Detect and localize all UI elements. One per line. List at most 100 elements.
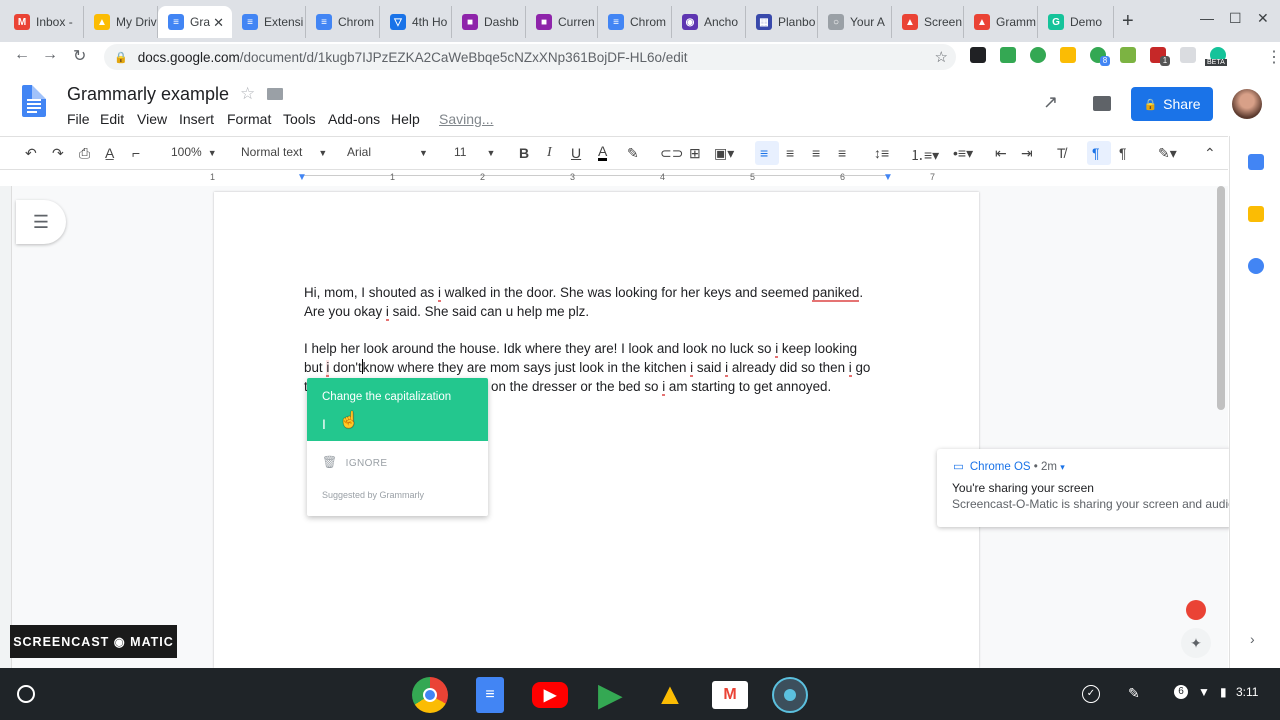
browser-tab[interactable]: ▲ My Drive (84, 6, 158, 38)
document-outline-button[interactable]: ☰ (16, 200, 66, 244)
paragraph-line[interactable]: I help her look around the house. Idk wh… (304, 340, 857, 359)
insert-image-icon[interactable]: ▣▾ (714, 145, 734, 162)
folder-icon[interactable] (267, 88, 283, 100)
play-store-app-icon[interactable]: ▶ (592, 677, 628, 713)
menu-view[interactable]: View (137, 111, 167, 127)
text-color-icon[interactable]: A (598, 144, 608, 161)
underline-icon[interactable]: U (571, 145, 581, 161)
menu-tools[interactable]: Tools (283, 111, 316, 127)
browser-tab[interactable]: ○ Your A (818, 6, 892, 38)
browser-tab[interactable]: ▲ Screen (892, 6, 964, 38)
notification-count[interactable]: 6 (1174, 685, 1188, 699)
zoom-select[interactable]: 100% ▼ (171, 145, 217, 159)
vertical-scrollbar[interactable] (1217, 186, 1225, 410)
browser-tab[interactable]: G Demo (1038, 6, 1114, 38)
insert-comment-icon[interactable]: ⊞ (689, 145, 701, 162)
extension-icon[interactable] (1180, 47, 1196, 63)
launcher-icon[interactable] (17, 685, 35, 703)
right-to-left-icon[interactable]: ¶ (1119, 145, 1127, 161)
horizontal-ruler[interactable]: 1 1 2 3 4 5 6 7 (200, 171, 980, 185)
chrome-app-icon[interactable] (412, 677, 448, 713)
print-icon[interactable]: ⎙ (79, 145, 90, 162)
cast-icon[interactable] (1000, 47, 1016, 63)
left-indent-marker-icon[interactable]: ▼ (297, 172, 307, 183)
suggestion-area[interactable]: Change the capitalization I (307, 378, 488, 441)
left-to-right-icon[interactable]: ¶ (1092, 145, 1100, 161)
clock[interactable]: 3:11 (1236, 685, 1258, 699)
share-button[interactable]: 🔒 Share (1131, 87, 1213, 121)
browser-tab[interactable]: ■ Dashb (452, 6, 526, 38)
browser-tab[interactable]: ▦ Planbo (746, 6, 818, 38)
close-tab-icon[interactable]: ✕ (213, 15, 224, 31)
menu-help[interactable]: Help (391, 111, 420, 127)
bulleted-list-icon[interactable]: •≡▾ (953, 145, 973, 162)
clear-formatting-icon[interactable]: T̸ (1057, 145, 1066, 161)
calendar-icon[interactable] (1248, 154, 1264, 170)
menu-addons[interactable]: Add-ons (328, 111, 380, 127)
extension-icon[interactable] (1030, 47, 1046, 63)
stylus-tools-icon[interactable]: ✓ (1082, 685, 1100, 703)
paragraph-line[interactable]: on the dresser or the bed so i am starti… (491, 378, 831, 397)
browser-tab[interactable]: ▽ 4th Ho (380, 6, 452, 38)
menu-format[interactable]: Format (227, 111, 271, 127)
back-icon[interactable]: ← (14, 46, 30, 64)
menu-insert[interactable]: Insert (179, 111, 214, 127)
close-window-button[interactable]: ✕ (1257, 10, 1269, 27)
align-justify-icon[interactable]: ≡ (838, 145, 846, 161)
docs-logo-icon[interactable] (22, 85, 46, 117)
highlight-icon[interactable]: ✎ (627, 145, 639, 162)
chrome-menu-icon[interactable]: ⋮ (1266, 47, 1280, 67)
avatar[interactable] (1232, 89, 1262, 119)
browser-tab[interactable]: ■ Curren (526, 6, 598, 38)
extension-icon[interactable] (970, 47, 986, 63)
screencast-app-icon[interactable] (772, 677, 808, 713)
minimize-button[interactable]: — (1200, 10, 1214, 26)
browser-tab[interactable]: ≡ Chrom (598, 6, 672, 38)
vertical-ruler[interactable] (0, 186, 12, 668)
extension-icon[interactable] (1120, 47, 1136, 63)
browser-tab[interactable]: ▲ Gramm (964, 6, 1038, 38)
browser-tab[interactable]: ◉ Ancho (672, 6, 746, 38)
docs-app-icon[interactable]: ≡ (476, 677, 504, 713)
expand-panel-icon[interactable]: › (1250, 631, 1255, 647)
collapse-icon[interactable]: ⌃ (1204, 145, 1216, 162)
spellcheck-icon[interactable]: A̲ (105, 145, 114, 161)
paragraph-line[interactable]: Hi, mom, I shouted as i walked in the do… (304, 284, 863, 303)
align-right-icon[interactable]: ≡ (812, 145, 820, 161)
omnibox[interactable]: 🔒 docs.google.com/document/d/1kugb7IJPzE… (104, 44, 956, 70)
explore-button[interactable]: ✦ (1181, 628, 1211, 658)
menu-file[interactable]: File (67, 111, 90, 127)
youtube-app-icon[interactable]: ▶ (532, 682, 568, 708)
browser-tab[interactable]: M Inbox - (4, 6, 84, 38)
right-indent-marker-icon[interactable]: ▼ (883, 172, 893, 183)
ignore-button[interactable]: 🗑 IGNORE (322, 455, 388, 469)
suggestion-replacement[interactable]: I (322, 416, 326, 432)
font-select[interactable]: Arial ▼ (347, 145, 428, 159)
style-select[interactable]: Normal text ▼ (241, 145, 327, 159)
star-icon[interactable]: ☆ (240, 84, 255, 104)
paragraph-line[interactable]: Are you okay i said. She said can u help… (304, 303, 589, 322)
wifi-icon[interactable]: ▼ (1198, 685, 1210, 699)
paragraph-line[interactable]: but i don'tknow where they are mom says … (304, 359, 870, 378)
extension-icon[interactable] (1060, 47, 1076, 63)
gmail-app-icon[interactable]: M (712, 681, 748, 709)
align-left-icon[interactable]: ≡ (760, 145, 768, 161)
comments-icon[interactable] (1093, 96, 1111, 111)
new-tab-button[interactable]: + (1122, 10, 1134, 33)
document-title[interactable]: Grammarly example (67, 84, 229, 105)
link-icon[interactable]: ⊂⊃ (660, 145, 683, 162)
browser-tab[interactable]: ≡ Gra ✕ (158, 6, 232, 38)
saving-status[interactable]: Saving... (439, 111, 493, 127)
bookmark-star-icon[interactable]: ☆ (935, 48, 948, 66)
undo-icon[interactable]: ↶ (25, 145, 37, 162)
font-size-select[interactable]: 11 ▼ (454, 145, 495, 159)
menu-edit[interactable]: Edit (100, 111, 124, 127)
paint-format-icon[interactable]: ⌐ (132, 145, 140, 161)
pen-icon[interactable]: ✎ (1128, 685, 1140, 702)
record-indicator-icon[interactable] (1186, 600, 1206, 620)
browser-tab[interactable]: ≡ Extensi (232, 6, 306, 38)
bold-icon[interactable]: B (519, 145, 529, 161)
battery-icon[interactable]: ▮ (1220, 685, 1227, 699)
maximize-button[interactable]: ☐ (1229, 10, 1242, 27)
editing-mode-icon[interactable]: ✎▾ (1158, 145, 1177, 162)
